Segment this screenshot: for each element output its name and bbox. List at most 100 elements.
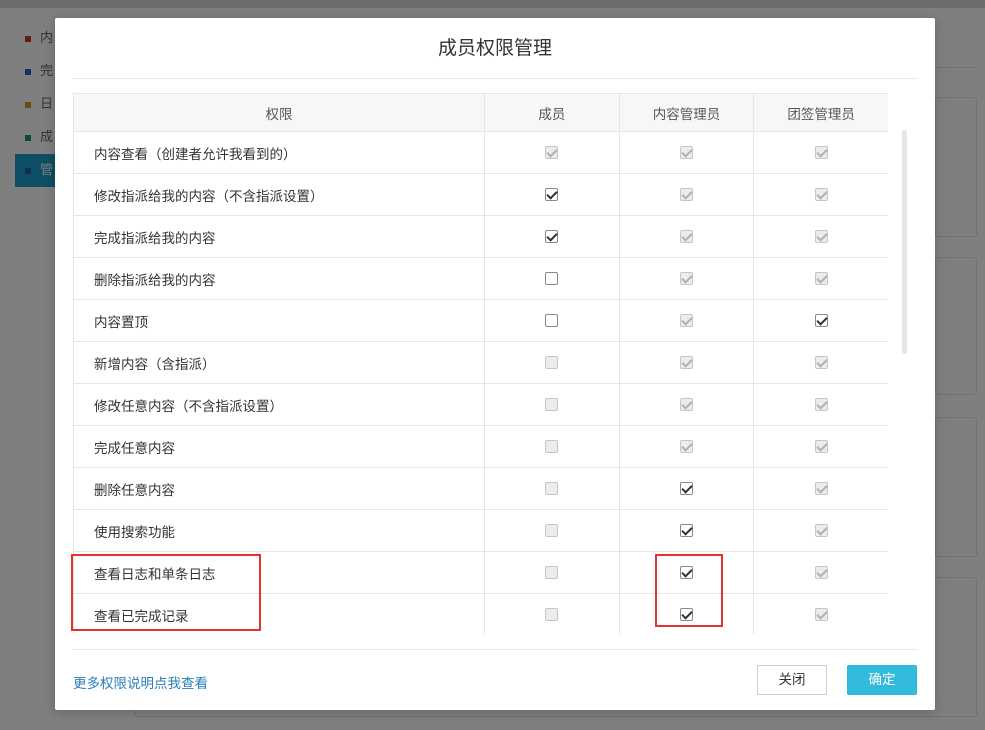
table-cell	[753, 509, 888, 552]
member-checkbox	[545, 566, 559, 579]
member-checkbox[interactable]	[545, 230, 559, 243]
table-cell	[753, 131, 888, 174]
table-cell	[618, 257, 755, 300]
table-cell	[484, 173, 620, 216]
content-admin-checkbox	[679, 188, 693, 201]
member-checkbox[interactable]	[545, 188, 559, 201]
content-admin-checkbox	[679, 146, 693, 159]
table-cell	[618, 215, 755, 258]
header-member: 成员	[484, 93, 620, 132]
content-admin-checkbox[interactable]	[679, 566, 693, 579]
table-scrollbar[interactable]	[902, 130, 907, 354]
table-cell	[484, 593, 620, 634]
content-admin-checkbox[interactable]	[679, 482, 693, 495]
table-cell	[484, 299, 620, 342]
member-checkbox	[545, 608, 559, 621]
permission-label: 内容置顶	[73, 299, 485, 342]
permission-modal: 成员权限管理 权限 成员 内容管理员 团签管理员 内容查看（创建者允许我看到的）…	[55, 18, 935, 710]
permission-label: 修改任意内容（不含指派设置）	[73, 383, 485, 426]
content-admin-checkbox	[679, 440, 693, 453]
member-checkbox[interactable]	[545, 314, 559, 327]
close-button[interactable]: 关闭	[757, 665, 827, 695]
content-admin-checkbox[interactable]	[679, 608, 693, 621]
team-admin-checkbox	[814, 482, 828, 495]
permission-label: 完成任意内容	[73, 425, 485, 468]
permission-label: 查看日志和单条日志	[73, 551, 485, 594]
table-cell	[618, 173, 755, 216]
table-cell	[618, 551, 755, 594]
content-admin-checkbox	[679, 314, 693, 327]
team-admin-checkbox	[814, 398, 828, 411]
table-cell	[753, 173, 888, 216]
team-admin-checkbox	[814, 230, 828, 243]
member-checkbox	[545, 356, 559, 369]
team-admin-checkbox[interactable]	[814, 314, 828, 327]
team-admin-checkbox	[814, 566, 828, 579]
team-admin-checkbox	[814, 272, 828, 285]
table-cell	[618, 467, 755, 510]
table-cell	[484, 509, 620, 552]
table-row: 使用搜索功能	[73, 509, 888, 552]
table-cell	[753, 593, 888, 634]
table-cell	[618, 383, 755, 426]
table-cell	[484, 341, 620, 384]
permission-label: 新增内容（含指派）	[73, 341, 485, 384]
table-row: 修改指派给我的内容（不含指派设置）	[73, 173, 888, 216]
table-cell	[753, 299, 888, 342]
team-admin-checkbox	[814, 356, 828, 369]
content-admin-checkbox	[679, 272, 693, 285]
table-cell	[484, 551, 620, 594]
permission-table: 权限 成员 内容管理员 团签管理员 内容查看（创建者允许我看到的） 修改指派给我的…	[73, 93, 888, 634]
member-checkbox	[545, 398, 559, 411]
team-admin-checkbox	[814, 146, 828, 159]
table-header-row: 权限 成员 内容管理员 团签管理员	[73, 93, 888, 132]
table-cell	[484, 467, 620, 510]
title-divider	[73, 78, 917, 79]
table-cell	[618, 299, 755, 342]
table-row: 内容查看（创建者允许我看到的）	[73, 131, 888, 174]
team-admin-checkbox	[814, 440, 828, 453]
table-cell	[753, 383, 888, 426]
modal-title: 成员权限管理	[437, 37, 552, 59]
team-admin-checkbox	[814, 188, 828, 201]
table-cell	[618, 593, 755, 634]
table-cell	[753, 257, 888, 300]
permission-label: 内容查看（创建者允许我看到的）	[73, 131, 485, 174]
team-admin-checkbox	[814, 608, 828, 621]
table-row: 查看日志和单条日志	[73, 551, 888, 594]
header-permission: 权限	[73, 93, 485, 132]
member-checkbox[interactable]	[545, 272, 559, 285]
permission-label: 删除指派给我的内容	[73, 257, 485, 300]
table-row: 修改任意内容（不含指派设置）	[73, 383, 888, 426]
content-admin-checkbox[interactable]	[679, 524, 693, 537]
table-cell	[753, 551, 888, 594]
table-row: 内容置顶	[73, 299, 888, 342]
table-row: 删除任意内容	[73, 467, 888, 510]
permission-label: 使用搜索功能	[73, 509, 485, 552]
permission-label: 完成指派给我的内容	[73, 215, 485, 258]
team-admin-checkbox	[814, 524, 828, 537]
table-row: 完成任意内容	[73, 425, 888, 468]
table-cell	[484, 215, 620, 258]
permission-table-container: 权限 成员 内容管理员 团签管理员 内容查看（创建者允许我看到的） 修改指派给我的…	[73, 93, 888, 634]
table-row: 完成指派给我的内容	[73, 215, 888, 258]
table-cell	[618, 131, 755, 174]
table-cell	[753, 425, 888, 468]
table-cell	[753, 215, 888, 258]
confirm-button[interactable]: 确定	[847, 665, 917, 695]
content-admin-checkbox	[679, 230, 693, 243]
table-cell	[618, 425, 755, 468]
table-cell	[484, 257, 620, 300]
content-admin-checkbox	[679, 398, 693, 411]
permission-label: 删除任意内容	[73, 467, 485, 510]
table-cell	[618, 341, 755, 384]
permission-label: 查看已完成记录	[73, 593, 485, 634]
table-cell	[753, 467, 888, 510]
content-admin-checkbox	[679, 356, 693, 369]
member-checkbox	[545, 440, 559, 453]
table-cell	[618, 509, 755, 552]
member-checkbox	[545, 482, 559, 495]
member-checkbox	[545, 524, 559, 537]
header-content-admin: 内容管理员	[618, 93, 755, 132]
more-permissions-link[interactable]: 更多权限说明点我查看	[73, 672, 208, 692]
